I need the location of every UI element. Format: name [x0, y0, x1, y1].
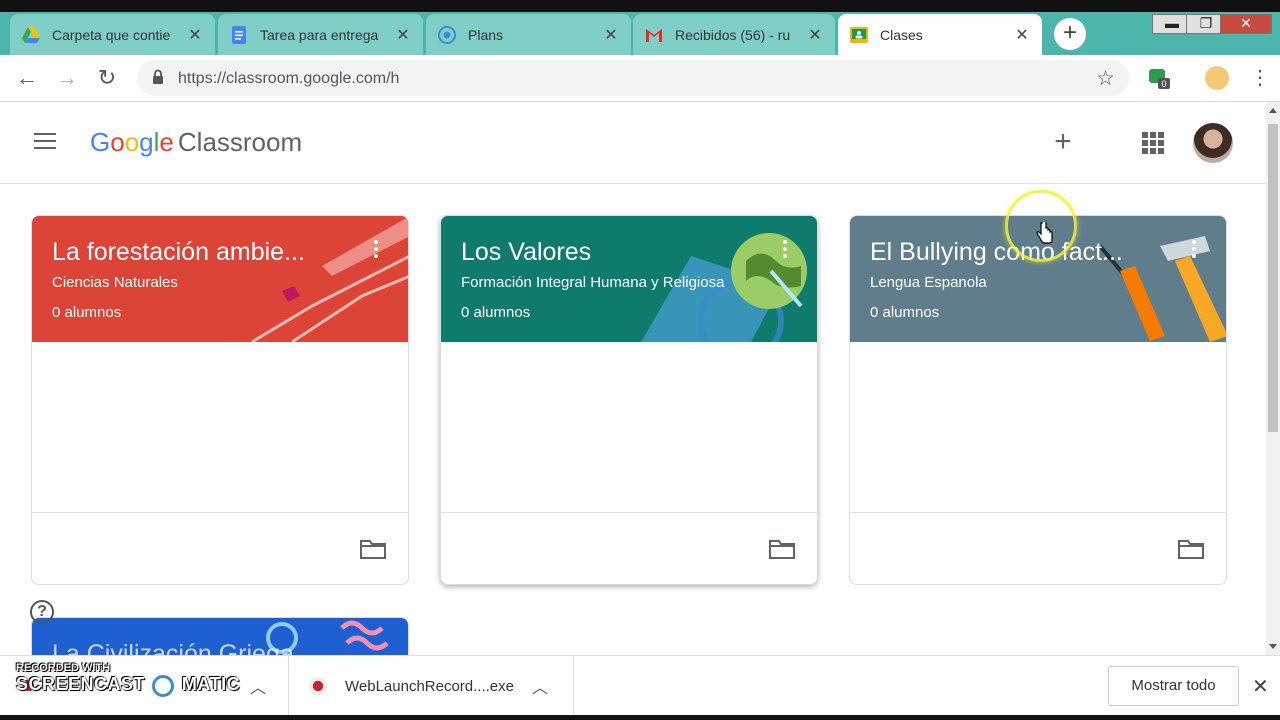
class-title[interactable]: El Bullying como fact...	[870, 238, 1123, 267]
chevron-up-icon[interactable]: ︿	[532, 674, 548, 698]
chevron-up-icon[interactable]: ︿	[250, 674, 266, 698]
window-close-button[interactable]: ✕	[1220, 14, 1272, 34]
tab-drive-folder[interactable]: Carpeta que contie ✕	[10, 14, 215, 55]
class-card[interactable]: Los Valores Formación Integral Humana y …	[440, 215, 818, 585]
emoji-extension-icon[interactable]	[1205, 66, 1229, 90]
class-card[interactable]: La Civilización Griega	[31, 617, 409, 655]
download-item[interactable]: WebLaunchRecord....exe ︿	[289, 656, 574, 716]
scroll-up-icon[interactable]	[1269, 108, 1277, 113]
close-tab-icon[interactable]: ✕	[395, 25, 411, 45]
student-count: 0 alumnos	[461, 304, 531, 321]
url-text: https://classroom.google.com/h	[178, 70, 400, 87]
folder-icon[interactable]	[1178, 539, 1204, 559]
student-count: 0 alumnos	[52, 304, 122, 321]
back-icon[interactable]: ←	[14, 65, 40, 91]
tab-label: Clases	[880, 26, 923, 43]
google-classroom-logo[interactable]: Google Classroom	[90, 127, 302, 158]
taskbar-edge	[0, 715, 1280, 720]
class-card-header[interactable]: La forestación ambie... Ciencias Natural…	[32, 216, 408, 342]
bookmark-star-icon[interactable]: ☆	[1096, 66, 1115, 91]
page-scrollbar[interactable]	[1266, 102, 1280, 655]
show-all-downloads-button[interactable]: Mostrar todo	[1108, 666, 1239, 706]
class-title[interactable]: Los Valores	[461, 238, 591, 267]
folder-icon[interactable]	[360, 539, 386, 559]
class-card-footer	[850, 512, 1226, 584]
student-count: 0 alumnos	[870, 304, 940, 321]
title-bar	[0, 0, 1280, 12]
close-icon[interactable]: ✕	[1252, 674, 1269, 699]
card-more-options-icon[interactable]	[783, 240, 787, 261]
browser-menu-icon[interactable]: ⋮	[1250, 65, 1270, 90]
screencast-watermark: RECORDED WITH SCREENCAST MATIC	[16, 662, 240, 697]
class-title[interactable]: La forestación ambie...	[52, 238, 305, 267]
google-drive-icon	[22, 26, 40, 43]
reload-icon[interactable]: ↻	[94, 65, 120, 91]
scroll-down-icon[interactable]	[1269, 644, 1277, 649]
hand-cursor-icon	[1036, 222, 1053, 244]
extension-icon[interactable]: 0	[1148, 66, 1172, 90]
browser-window: Carpeta que contie ✕ Tarea para entrega …	[0, 0, 1280, 720]
scrollbar-thumb[interactable]	[1268, 124, 1278, 432]
card-more-options-icon[interactable]	[1192, 240, 1196, 261]
close-tab-icon[interactable]: ✕	[1014, 25, 1030, 45]
class-title[interactable]: La Civilización Griega	[52, 640, 294, 655]
tab-docs-assignment[interactable]: Tarea para entrega ✕	[218, 14, 423, 55]
address-bar[interactable]: https://classroom.google.com/h ☆	[137, 60, 1129, 96]
close-tab-icon[interactable]: ✕	[807, 25, 823, 45]
class-section: Formación Integral Humana y Religiosa	[461, 274, 725, 291]
new-tab-button[interactable]: +	[1054, 18, 1086, 50]
forward-icon[interactable]: →	[54, 65, 80, 91]
browser-toolbar: ← → ↻ https://classroom.google.com/h ☆ 0…	[0, 55, 1280, 102]
tools-illustration	[1098, 236, 1226, 342]
close-tab-icon[interactable]: ✕	[187, 25, 203, 45]
extension-badge: 0	[1161, 79, 1166, 89]
help-icon[interactable]: ?	[30, 600, 54, 624]
class-card[interactable]: La forestación ambie... Ciencias Natural…	[31, 215, 409, 585]
download-file-icon	[309, 677, 327, 695]
google-docs-icon	[232, 25, 246, 44]
folder-icon[interactable]	[769, 539, 795, 559]
product-name: Classroom	[177, 127, 303, 157]
tab-label: Plans	[468, 26, 504, 43]
tab-label: Carpeta que contie	[52, 26, 171, 43]
class-card[interactable]: El Bullying como fact... Lengua Espanola…	[849, 215, 1227, 585]
google-classroom-icon	[850, 26, 868, 43]
class-card-footer	[441, 512, 817, 584]
google-apps-icon[interactable]	[1142, 132, 1164, 154]
tab-label: Recibidos (56) - ru	[675, 26, 791, 43]
class-section: Ciencias Naturales	[52, 274, 178, 291]
avatar[interactable]	[1193, 123, 1233, 163]
tab-plans[interactable]: Plans ✕	[426, 14, 631, 55]
card-more-options-icon[interactable]	[374, 240, 378, 261]
download-filename: WebLaunchRecord....exe	[345, 677, 514, 695]
class-card-header[interactable]: La Civilización Griega	[32, 618, 408, 655]
tab-label: Tarea para entrega	[260, 26, 379, 43]
tab-classes[interactable]: Clases ✕	[838, 14, 1042, 55]
class-card-header[interactable]: Los Valores Formación Integral Humana y …	[441, 216, 817, 342]
close-tab-icon[interactable]: ✕	[603, 25, 619, 45]
lock-icon	[153, 69, 163, 84]
main-menu-icon[interactable]	[34, 133, 56, 149]
plans-icon	[438, 25, 456, 44]
class-card-footer	[32, 512, 408, 584]
add-class-button[interactable]: +	[1050, 127, 1076, 157]
tab-gmail[interactable]: Recibidos (56) - ru ✕	[633, 14, 835, 55]
tab-strip: Carpeta que contie ✕ Tarea para entrega …	[0, 0, 1280, 55]
gmail-icon	[646, 28, 662, 42]
app-header: Google Classroom +	[0, 102, 1266, 184]
class-section: Lengua Espanola	[870, 274, 987, 291]
ruler-illustration	[251, 217, 408, 342]
